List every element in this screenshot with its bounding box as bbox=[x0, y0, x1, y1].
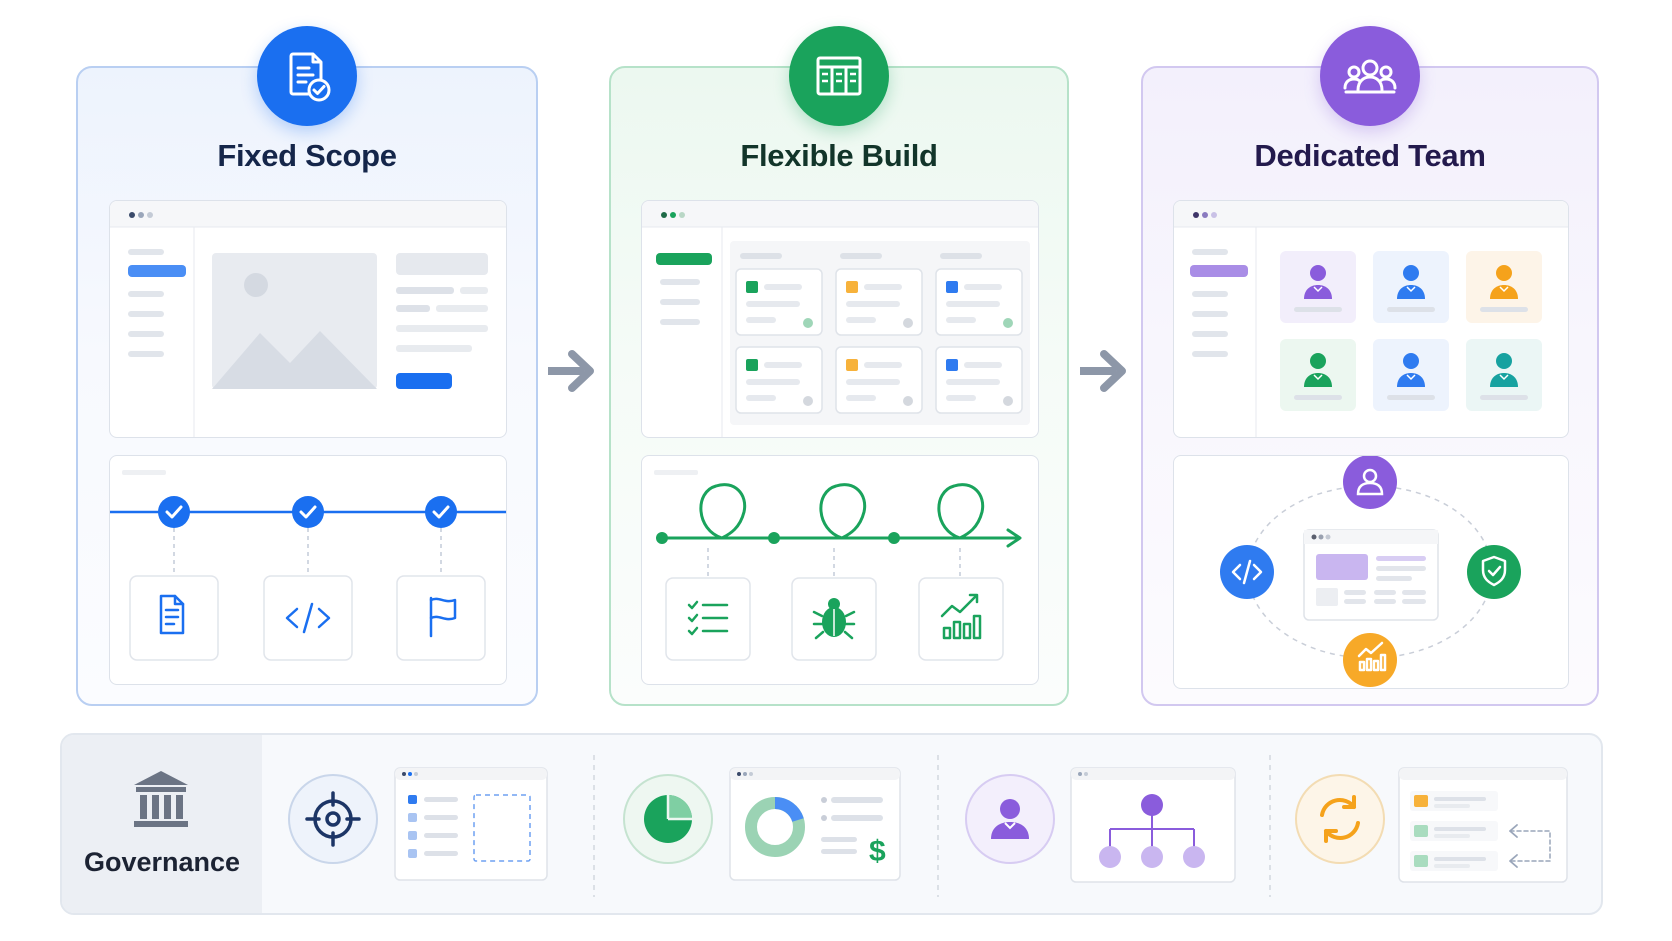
bank-building-icon bbox=[134, 771, 188, 827]
arrow-right-icon bbox=[1080, 350, 1126, 392]
checklist-mockup bbox=[394, 767, 548, 881]
dollar-icon: $ bbox=[869, 835, 886, 868]
sync-icon bbox=[1295, 774, 1385, 864]
fixed-scope-panel: Fixed Scope bbox=[76, 26, 538, 706]
kanban-board-icon bbox=[789, 26, 889, 126]
target-icon bbox=[288, 774, 378, 864]
divider bbox=[1269, 755, 1271, 897]
team-icon bbox=[1320, 26, 1420, 126]
milestone-timeline bbox=[109, 455, 507, 685]
team-members-mockup bbox=[1173, 200, 1569, 438]
workflow-mockup bbox=[1398, 767, 1568, 883]
budget-mockup: $ bbox=[729, 767, 901, 881]
user-icon bbox=[965, 774, 1055, 864]
governance-bar: Governance $ bbox=[60, 733, 1603, 915]
org-chart-mockup bbox=[1070, 767, 1236, 883]
arrow-right-icon bbox=[548, 350, 594, 392]
divider bbox=[593, 755, 595, 897]
pie-chart-icon bbox=[623, 774, 713, 864]
divider bbox=[937, 755, 939, 897]
panel-title: Dedicated Team bbox=[1254, 138, 1486, 173]
flexible-build-panel: Flexible Build bbox=[609, 26, 1069, 706]
kanban-mockup bbox=[641, 200, 1039, 438]
panel-title: Fixed Scope bbox=[217, 138, 397, 173]
iteration-timeline bbox=[641, 455, 1039, 685]
dedicated-team-panel: Dedicated Team bbox=[1141, 26, 1599, 706]
governance-label: Governance bbox=[83, 847, 241, 877]
document-check-icon bbox=[257, 26, 357, 126]
page-mockup bbox=[109, 200, 507, 438]
panel-title: Flexible Build bbox=[740, 138, 938, 173]
collaboration-hub bbox=[1173, 455, 1569, 689]
